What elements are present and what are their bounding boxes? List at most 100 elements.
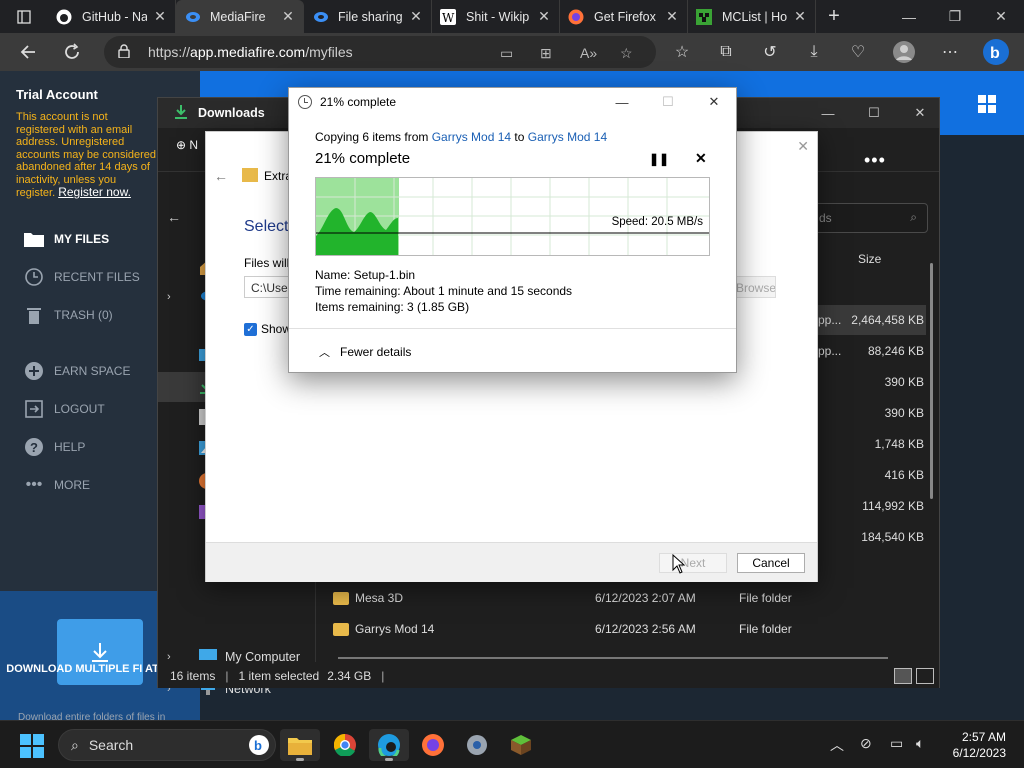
restore-icon[interactable]: ❐ [932,0,978,33]
windows-start-icon[interactable] [20,734,44,758]
downloads-icon[interactable]: ⤓ [798,36,830,68]
tab-firefox[interactable]: Get Firefox ✕ [560,0,688,33]
profile-avatar[interactable] [888,36,920,68]
register-link[interactable]: Register now. [58,185,131,199]
stop-icon[interactable]: ✕ [695,150,707,167]
search-input[interactable]: ds ⌕ [808,203,928,233]
vertical-scrollbar[interactable] [930,263,933,499]
read-aloud-icon[interactable]: A» [580,45,597,61]
back-arrow-icon[interactable]: ← [214,168,228,184]
address-bar[interactable]: https://app.mediafire.com/myfiles ▭ ⊞ A»… [104,36,656,68]
nav-help[interactable]: ? HELP [24,437,85,457]
tab-mclist[interactable]: MCList | Ho ✕ [688,0,816,33]
chevron-up-icon[interactable]: ︿ [830,735,844,755]
firefox-icon[interactable] [413,729,453,761]
close-tab-icon[interactable]: ✕ [153,8,167,25]
search-label: Search [88,737,134,753]
fewer-details-button[interactable]: ︿ Fewer details [319,344,411,360]
favorite-star-icon[interactable]: ☆ [620,45,633,62]
tiles-view-icon[interactable] [916,668,934,684]
close-tab-icon[interactable]: ✕ [665,8,679,25]
checkmark-icon[interactable]: ✓ [244,322,257,336]
close-window-icon[interactable]: ✕ [978,0,1024,33]
network-offline-icon[interactable]: ⊘ [860,735,872,752]
tab-title: Get Firefox [594,9,656,24]
file-type: File folder [739,591,792,605]
nav-label: TRASH (0) [54,308,113,322]
checkbox-label: Show [261,322,292,336]
edge-icon[interactable] [369,729,409,761]
taskbar-clock[interactable]: 2:57 AM 6/12/2023 [953,729,1006,761]
source-folder-link[interactable]: Garrys Mod 14 [432,130,511,144]
file-explorer-icon[interactable] [280,729,320,761]
performance-icon[interactable]: ♡ [842,36,874,68]
apps-grid-icon[interactable] [978,95,996,116]
back-arrow-icon[interactable] [6,33,50,71]
minimize-icon[interactable]: — [886,0,932,33]
settings-icon[interactable] [457,729,497,761]
nav-recent-files[interactable]: RECENT FILES [24,267,140,287]
more-icon: ••• [25,476,43,493]
column-header-size[interactable]: Size [858,252,881,266]
current-file-name: Name: Setup-1.bin [315,268,416,282]
volume-icon[interactable]: 🔈︎ [916,735,924,752]
minimize-icon[interactable]: — [805,98,851,128]
history-icon[interactable]: ↺ [754,36,786,68]
size-cell: 390 KB [884,375,924,389]
minimize-icon[interactable]: — [599,88,645,116]
close-window-icon[interactable]: ✕ [897,98,943,128]
chevron-right-icon[interactable]: › [167,291,183,303]
bing-icon[interactable]: b [249,735,269,758]
chevron-right-icon[interactable]: › [167,651,183,663]
cancel-button[interactable]: Cancel [737,553,805,573]
close-icon[interactable]: ✕ [691,88,737,116]
table-row[interactable]: Mesa 3D 6/12/2023 2:07 AM File folder [333,584,903,612]
lock-icon[interactable] [118,43,142,61]
display-icon[interactable]: ▭ [890,735,903,752]
github-icon [56,9,72,25]
maximize-icon[interactable]: ☐ [851,98,897,128]
app-available-icon[interactable]: ▭ [500,45,513,62]
refresh-icon[interactable] [50,33,94,71]
close-tab-icon[interactable]: ✕ [409,8,423,25]
destination-label: Files will [244,256,290,270]
extensions-grid-icon[interactable]: ⊞ [540,45,552,62]
tab-github[interactable]: GitHub - Na ✕ [48,0,176,33]
horizontal-scrollbar[interactable] [338,657,888,659]
tab-file-sharing[interactable]: File sharing ✕ [304,0,432,33]
close-tab-icon[interactable]: ✕ [793,8,807,25]
nav-logout[interactable]: LOGOUT [24,399,105,419]
favorites-icon[interactable]: ☆ [666,36,698,68]
zip-folder-icon [242,168,258,182]
svg-text:W: W [442,11,455,25]
computer-icon [199,649,217,665]
close-icon[interactable]: ✕ [797,138,809,155]
taskbar-search-box[interactable]: ⌕ Search b [58,729,276,761]
mediafire-icon [184,9,200,25]
chrome-icon[interactable] [325,729,365,761]
pause-icon[interactable]: ❚❚ [649,152,669,166]
minecraft-icon[interactable] [501,729,541,761]
new-tab-button[interactable]: + [816,5,852,28]
browser-tab-bar: GitHub - Na ✕ MediaFire ✕ File sharing ✕… [0,0,1024,33]
destination-folder-link[interactable]: Garrys Mod 14 [528,130,607,144]
nav-my-files[interactable]: MY FILES [24,229,109,249]
bing-copilot-icon[interactable]: b [980,36,1012,68]
browse-button[interactable]: Browse... [731,276,776,298]
collections-icon[interactable]: ⧉ [710,36,742,68]
nav-more[interactable]: ••• MORE [24,475,90,495]
close-tab-icon[interactable]: ✕ [537,8,551,25]
tab-mediafire[interactable]: MediaFire ✕ [176,0,304,33]
table-row[interactable]: Garrys Mod 14 6/12/2023 2:56 AM File fol… [333,615,903,643]
more-menu-icon[interactable]: ⋯ [934,36,966,68]
nav-trash[interactable]: TRASH (0) [24,305,113,325]
details-view-icon[interactable] [894,668,912,684]
tab-actions-button[interactable] [0,0,48,33]
tab-wikipedia[interactable]: W Shit - Wikip ✕ [432,0,560,33]
more-options-icon[interactable]: ••• [864,150,886,171]
close-tab-icon[interactable]: ✕ [281,8,295,25]
nav-earn-space[interactable]: EARN SPACE [24,361,130,381]
new-button[interactable]: ⊕ N [176,138,198,152]
show-files-checkbox[interactable]: ✓ Show [244,322,291,336]
next-button[interactable]: Next [659,553,727,573]
